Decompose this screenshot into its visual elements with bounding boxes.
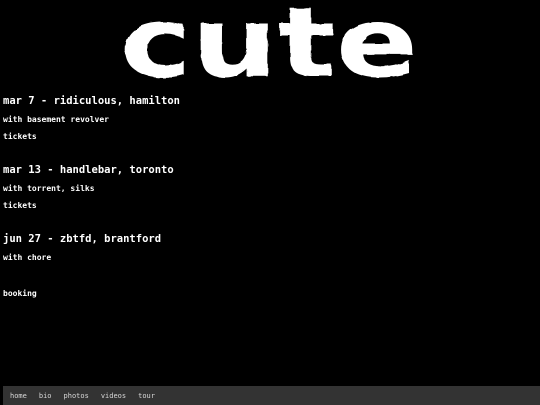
show-support-acts: with chore xyxy=(3,253,52,262)
nav-item-photos[interactable]: photos xyxy=(64,392,89,400)
band-logo[interactable]: cute xyxy=(118,6,420,82)
show-entry: mar 7 - ridiculous, hamilton with baseme… xyxy=(3,95,533,142)
tickets-link[interactable]: tickets xyxy=(3,131,533,142)
show-support-acts: with torrent, silks xyxy=(3,184,95,193)
show-support-acts: with basement revolver xyxy=(3,115,109,124)
bottom-navbar: home bio photos videos tour xyxy=(3,386,540,405)
show-title: jun 27 - zbtfd, brantford xyxy=(3,233,162,245)
tickets-link[interactable]: tickets xyxy=(3,200,533,211)
booking-link[interactable]: booking xyxy=(3,288,37,299)
band-logo-text: cute xyxy=(120,6,418,82)
nav-item-bio[interactable]: bio xyxy=(39,392,52,400)
show-title: mar 7 - ridiculous, hamilton xyxy=(3,95,181,107)
tour-dates-list: mar 7 - ridiculous, hamilton with baseme… xyxy=(3,95,533,285)
show-title: mar 13 - handlebar, toronto xyxy=(3,164,174,176)
nav-item-videos[interactable]: videos xyxy=(101,392,126,400)
band-logo-wordmark: cute xyxy=(120,6,418,82)
show-entry: jun 27 - zbtfd, brantford with chore xyxy=(3,233,533,263)
nav-item-home[interactable]: home xyxy=(10,392,27,400)
show-entry: mar 13 - handlebar, toronto with torrent… xyxy=(3,164,533,211)
nav-item-tour[interactable]: tour xyxy=(138,392,155,400)
